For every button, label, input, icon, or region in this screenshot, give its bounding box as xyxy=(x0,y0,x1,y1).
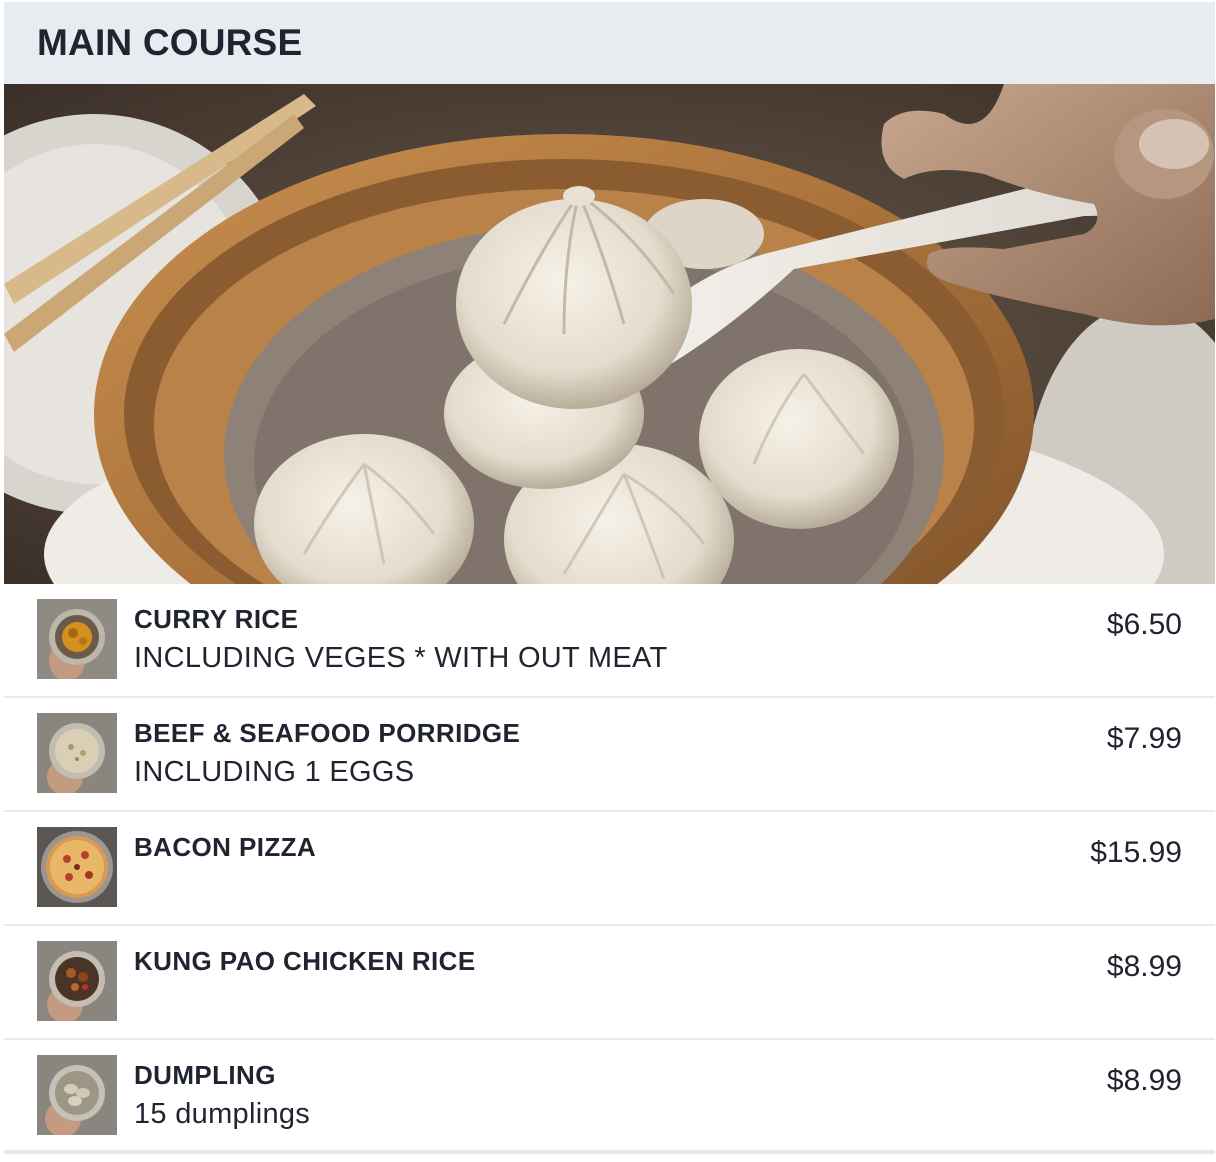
section-title: MAIN COURSE xyxy=(37,22,303,63)
dumpling-thumbnail xyxy=(37,1055,117,1135)
menu-item-list: CURRY RICE INCLUDING VEGES * WITH OUT ME… xyxy=(4,584,1215,1154)
item-name: KUNG PAO CHICKEN RICE xyxy=(134,946,476,976)
menu-section: MAIN COURSE CURRY RICE INCLUDING VEGES *… xyxy=(4,2,1215,1160)
menu-item-beef-seafood-porridge[interactable]: BEEF & SEAFOOD PORRIDGE INCLUDING 1 EGGS… xyxy=(4,698,1215,812)
menu-item-kung-pao-chicken-rice[interactable]: KUNG PAO CHICKEN RICE $8.99 xyxy=(4,926,1215,1040)
item-name: BEEF & SEAFOOD PORRIDGE xyxy=(134,718,521,748)
kung-pao-thumbnail xyxy=(37,941,117,1021)
item-description: INCLUDING 1 EGGS xyxy=(134,756,415,788)
item-name: DUMPLING xyxy=(134,1060,276,1090)
item-price: $8.99 xyxy=(1106,1064,1182,1097)
curry-rice-thumbnail xyxy=(37,599,117,679)
menu-item-curry-rice[interactable]: CURRY RICE INCLUDING VEGES * WITH OUT ME… xyxy=(4,584,1215,698)
item-name: CURRY RICE xyxy=(134,604,299,634)
item-price: $8.99 xyxy=(1106,950,1182,983)
item-price: $15.99 xyxy=(1090,836,1182,869)
item-price: $6.50 xyxy=(1106,608,1182,641)
menu-item-dumpling[interactable]: DUMPLING 15 dumplings $8.99 xyxy=(4,1040,1215,1154)
section-header: MAIN COURSE xyxy=(4,2,1215,84)
porridge-thumbnail xyxy=(37,713,117,793)
item-description: INCLUDING VEGES * WITH OUT MEAT xyxy=(134,642,668,674)
item-description: 15 dumplings xyxy=(134,1098,311,1130)
hero-image xyxy=(4,84,1215,584)
pizza-thumbnail xyxy=(37,827,117,907)
item-name: BACON PIZZA xyxy=(134,832,317,862)
menu-item-bacon-pizza[interactable]: BACON PIZZA $15.99 xyxy=(4,812,1215,926)
item-price: $7.99 xyxy=(1106,722,1182,755)
